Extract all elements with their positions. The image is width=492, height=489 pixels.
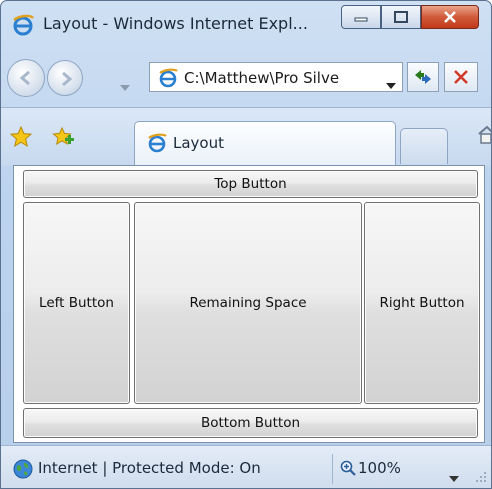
back-button[interactable] — [7, 59, 45, 97]
forward-button[interactable] — [47, 60, 83, 96]
stop-icon — [454, 70, 468, 84]
zoom-icon[interactable] — [340, 460, 356, 480]
status-divider — [332, 454, 333, 484]
close-icon — [444, 11, 456, 23]
refresh-icon — [415, 70, 431, 84]
title-bar: Layout - Windows Internet Expl... — [1, 1, 491, 51]
left-button[interactable]: Left Button — [23, 202, 130, 404]
right-button[interactable]: Right Button — [364, 202, 480, 404]
ie-page-icon — [147, 133, 167, 157]
refresh-button[interactable] — [407, 62, 439, 92]
favorites-star-icon[interactable] — [9, 125, 33, 153]
security-zone-text[interactable]: Internet | Protected Mode: On — [38, 459, 261, 477]
zoom-dropdown-icon[interactable] — [449, 467, 459, 486]
add-favorites-icon[interactable] — [51, 125, 75, 153]
browser-window: Layout - Windows Internet Expl... C:\Mat… — [0, 0, 492, 489]
ie-page-icon — [158, 68, 178, 92]
page-content: Top Button Left Button Remaining Space R… — [13, 165, 485, 443]
stop-button[interactable] — [444, 62, 478, 92]
window-title: Layout - Windows Internet Expl... — [43, 14, 308, 33]
close-button[interactable] — [421, 5, 479, 29]
remaining-space-button[interactable]: Remaining Space — [134, 202, 362, 404]
caption-buttons — [341, 5, 479, 31]
zoom-level[interactable]: 100% — [358, 459, 401, 477]
address-text: C:\Matthew\Pro Silve — [184, 69, 340, 87]
tab-label: Layout — [173, 134, 224, 152]
ie-logo-icon — [12, 14, 35, 36]
recent-pages-dropdown-icon[interactable] — [120, 76, 130, 95]
minimize-button[interactable] — [341, 5, 381, 29]
maximize-button[interactable] — [381, 5, 421, 29]
tab-layout[interactable]: Layout — [134, 121, 396, 167]
back-icon — [19, 70, 30, 86]
resize-grip-icon[interactable] — [475, 468, 487, 487]
globe-icon — [13, 459, 33, 483]
maximize-icon — [394, 11, 408, 23]
status-bar: Internet | Protected Mode: On 100% — [1, 445, 491, 488]
top-button[interactable]: Top Button — [23, 170, 478, 198]
address-dropdown-icon[interactable] — [386, 74, 396, 93]
new-tab-button[interactable] — [400, 128, 448, 164]
bottom-button[interactable]: Bottom Button — [23, 408, 478, 438]
home-icon[interactable] — [477, 124, 491, 150]
tab-bar: Layout — [1, 107, 491, 167]
navigation-bar: C:\Matthew\Pro Silve — [1, 49, 491, 107]
minimize-icon — [354, 17, 368, 22]
forward-icon — [62, 71, 73, 87]
address-bar[interactable]: C:\Matthew\Pro Silve — [149, 62, 403, 92]
